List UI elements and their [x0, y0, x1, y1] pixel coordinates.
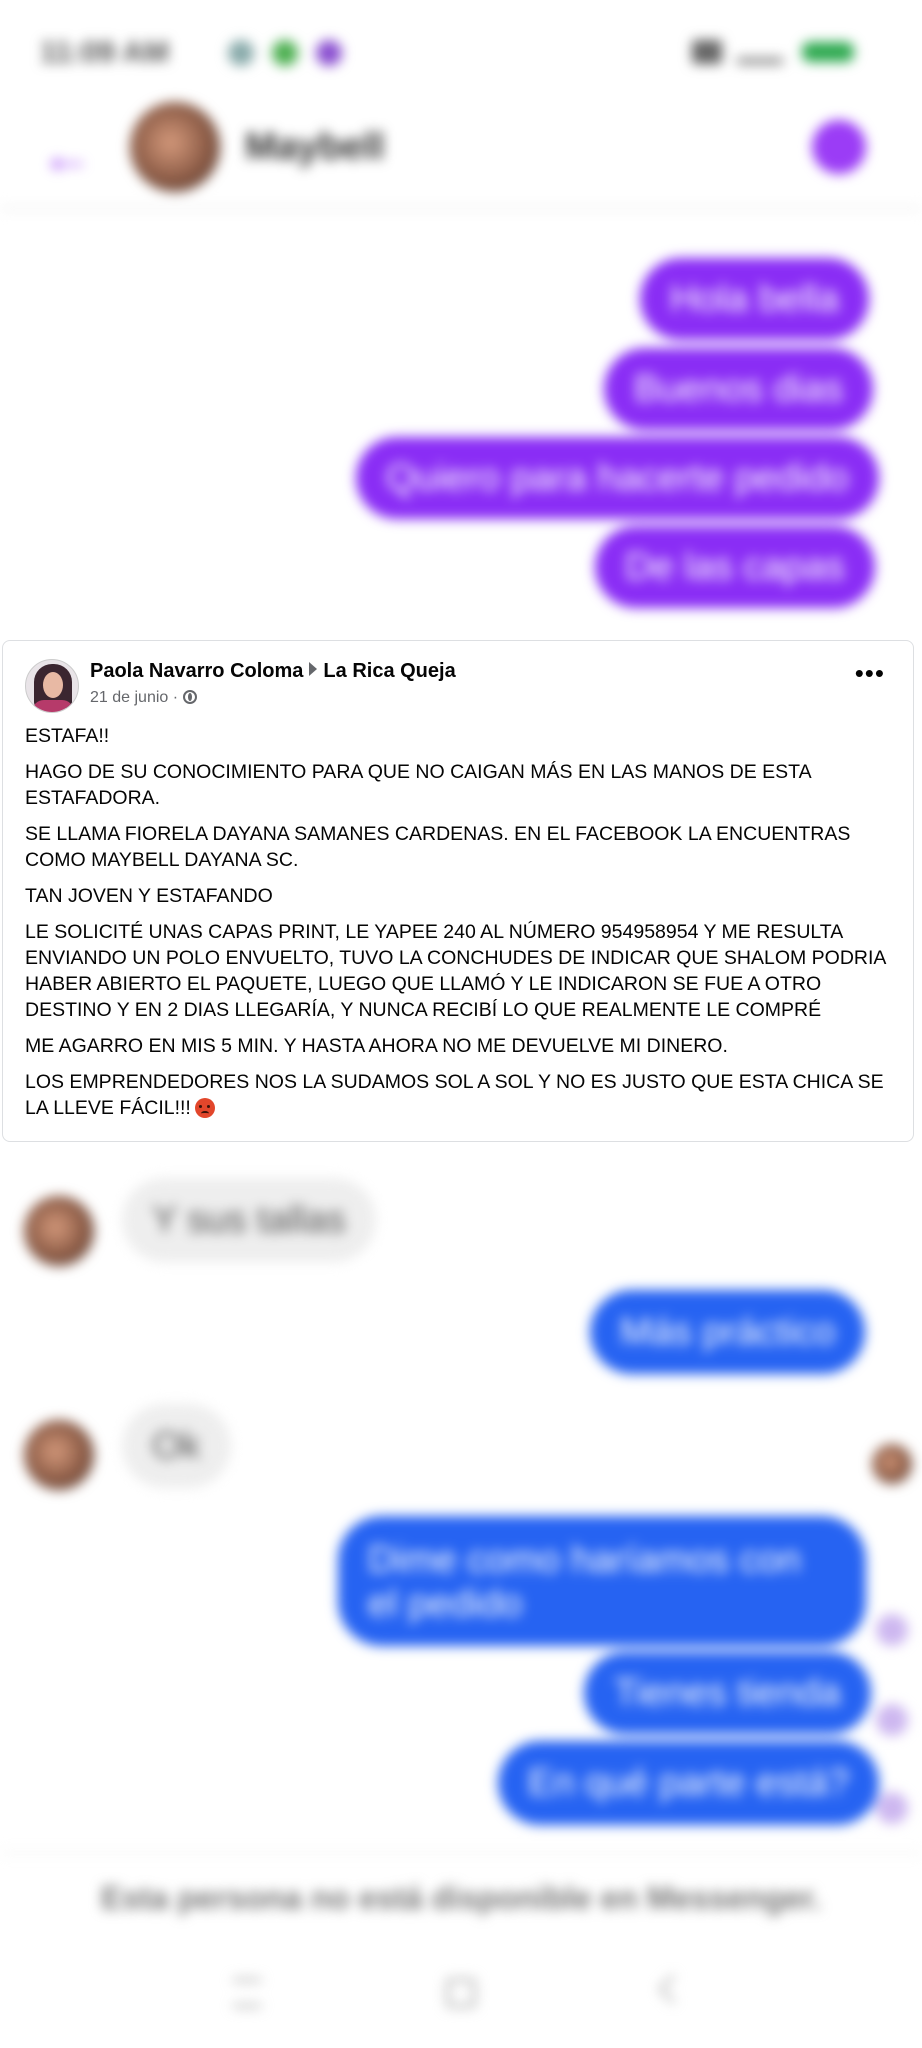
signal-icon [737, 40, 783, 64]
message-bubble[interactable]: De las capas [595, 526, 875, 608]
message-bubble[interactable]: Y sus tallas [122, 1178, 376, 1262]
facebook-post-card: Paola Navarro Coloma La Rica Queja 21 de … [2, 640, 914, 1142]
info-icon[interactable] [812, 120, 866, 174]
seen-icon [876, 1792, 908, 1824]
post-author[interactable]: Paola Navarro Coloma [90, 660, 303, 682]
meta-separator: · [172, 689, 179, 706]
post-paragraph: SE LLAMA FIORELA DAYANA SAMANES CARDENAS… [25, 823, 851, 871]
message-bubble[interactable]: Buenos dias [604, 348, 874, 430]
avatar [24, 1196, 94, 1266]
post-paragraph: LOS EMPRENDEDORES NOS LA SUDAMOS SOL A S… [25, 1069, 895, 1121]
status-time: 11:09 AM [40, 36, 169, 69]
contact-name[interactable]: Maybell [245, 126, 384, 169]
message-bubble[interactable]: Hola bella [640, 258, 869, 340]
back-icon[interactable] [657, 1973, 689, 2005]
message-bubble[interactable]: Dime como haríamos con el pedido [338, 1516, 866, 1646]
post-paragraph: ME AGARRO EN MIS 5 MIN. Y HASTA AHORA NO… [25, 1035, 728, 1057]
post-meta: 21 de junio · [90, 689, 197, 707]
seen-icon [876, 1704, 908, 1736]
post-group[interactable]: La Rica Queja [323, 660, 455, 682]
post-paragraph: ESTAFA!! [25, 725, 110, 747]
status-indicators [692, 38, 882, 64]
message-bubble[interactable]: Más práctico [590, 1290, 866, 1374]
message-bubble[interactable]: En qué parte está? [498, 1741, 880, 1825]
message-bubble[interactable]: Quiero para hacerte pedido [356, 437, 879, 519]
avatar[interactable] [25, 659, 79, 713]
more-options-button[interactable]: ••• [855, 660, 885, 686]
notification-icon [228, 40, 254, 66]
home-icon[interactable] [446, 1978, 476, 2008]
notification-icon [316, 40, 342, 66]
menu-icon[interactable] [232, 1978, 262, 2008]
post-paragraph: LE SOLICITÉ UNAS CAPAS PRINT, LE YAPEE 2… [25, 921, 886, 1021]
system-nav-bar [0, 1950, 922, 2048]
post-paragraph: HAGO DE SU CONOCIMIENTO PARA QUE NO CAIG… [25, 761, 811, 809]
post-paragraph-text: LOS EMPRENDEDORES NOS LA SUDAMOS SOL A S… [25, 1071, 884, 1119]
seen-avatar [872, 1444, 912, 1484]
angry-emoji-icon [194, 1098, 215, 1118]
avatar [24, 1420, 94, 1490]
message-bubble[interactable]: Tienes tienda [584, 1652, 871, 1734]
battery-icon [802, 42, 854, 62]
avatar[interactable] [130, 102, 220, 192]
post-date[interactable]: 21 de junio [90, 689, 168, 706]
globe-icon [182, 690, 197, 704]
post-paragraph: TAN JOVEN Y ESTAFANDO [25, 885, 273, 907]
sim-icon [692, 40, 722, 64]
status-bar: 11:09 AM [0, 0, 922, 100]
post-body: ESTAFA!! HAGO DE SU CONOCIMIENTO PARA QU… [25, 723, 895, 1131]
seen-icon [876, 1614, 908, 1646]
unavailable-notice: Esta persona no está disponible en Messe… [0, 1852, 922, 1942]
notification-icon [272, 40, 298, 66]
chat-header: ← Maybell [0, 100, 922, 210]
share-arrow-icon [309, 662, 318, 676]
post-author-line: Paola Navarro Coloma La Rica Queja [90, 660, 456, 683]
message-bubble[interactable]: Ok [122, 1404, 231, 1488]
back-arrow-icon[interactable]: ← [40, 128, 94, 182]
